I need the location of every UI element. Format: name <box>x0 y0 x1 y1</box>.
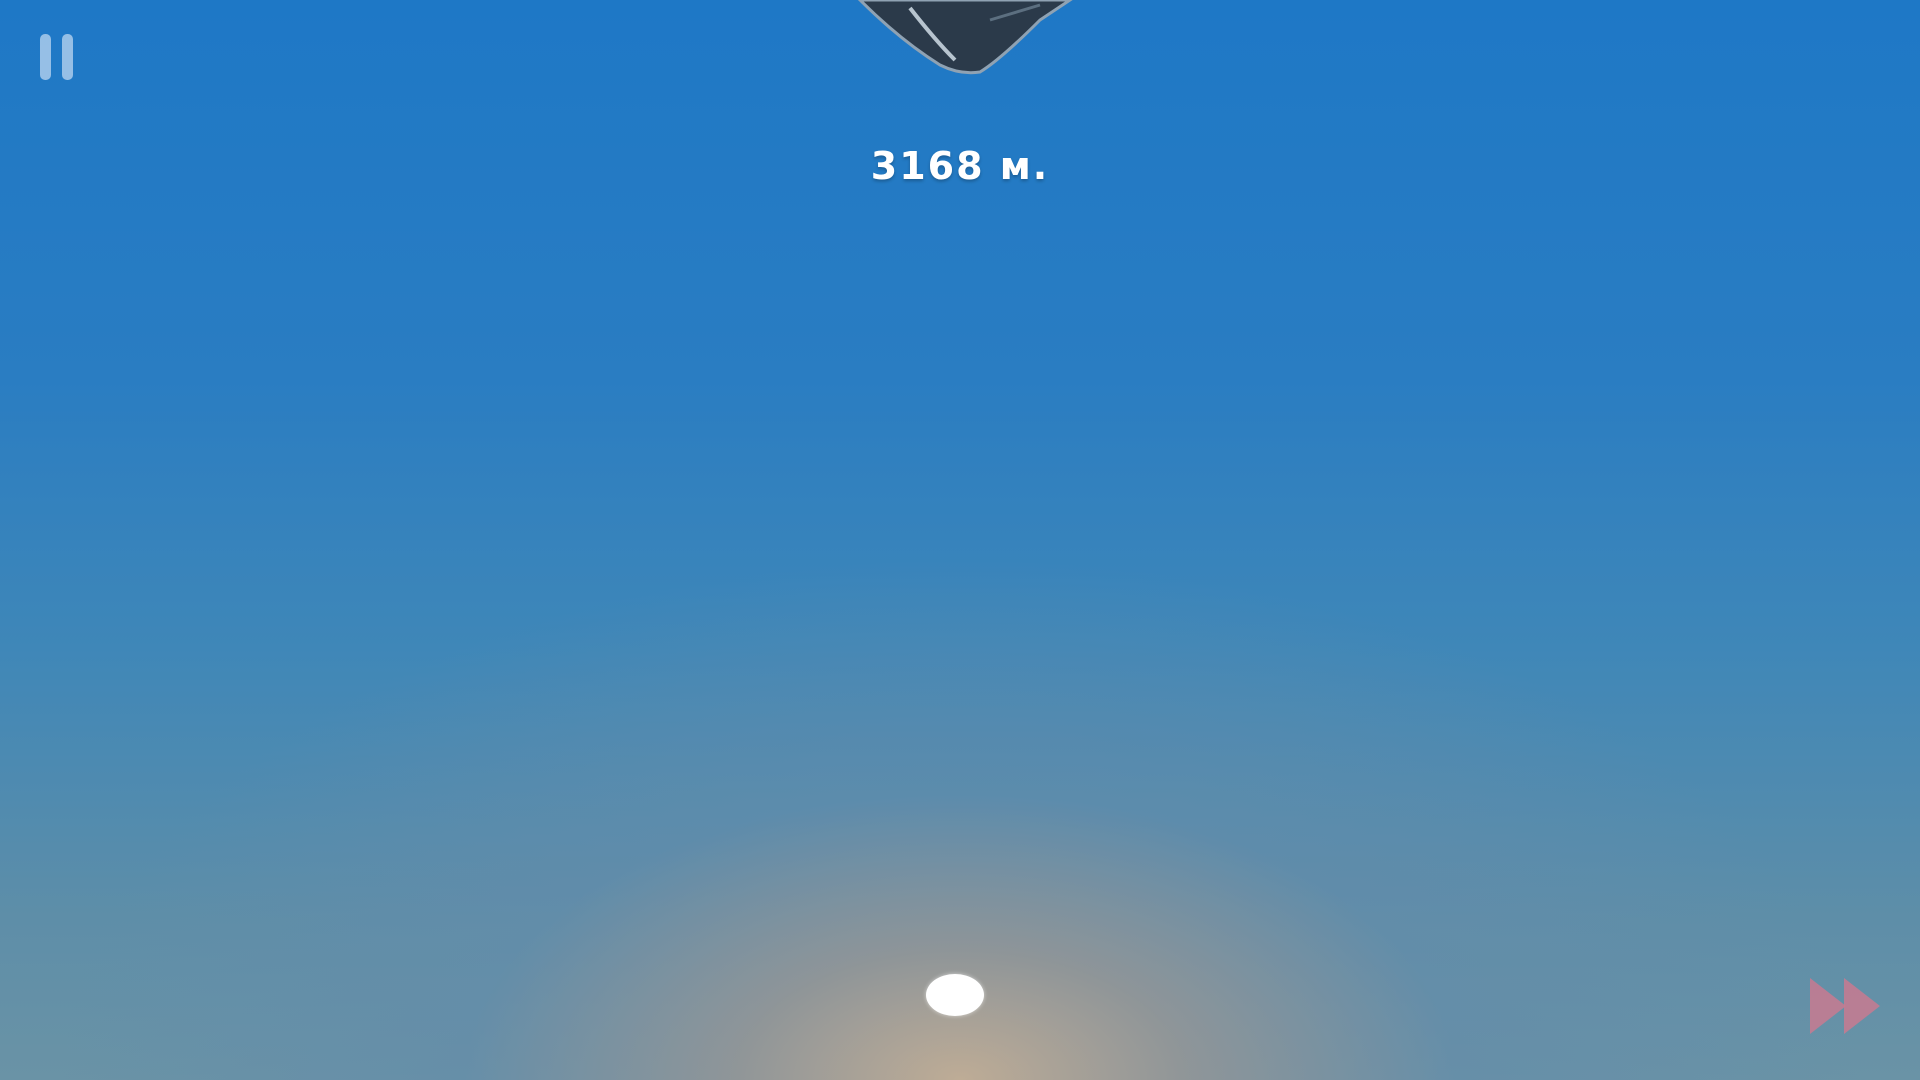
distance-counter: 3168 м. <box>870 144 1050 188</box>
pause-button[interactable] <box>38 34 78 82</box>
pause-icon-bar <box>62 34 73 80</box>
touch-indicator <box>926 974 984 1016</box>
pause-icon <box>40 34 51 80</box>
fast-forward-icon <box>1810 978 1880 1034</box>
plane-icon <box>857 0 1073 75</box>
fast-forward-button[interactable] <box>1808 976 1888 1036</box>
